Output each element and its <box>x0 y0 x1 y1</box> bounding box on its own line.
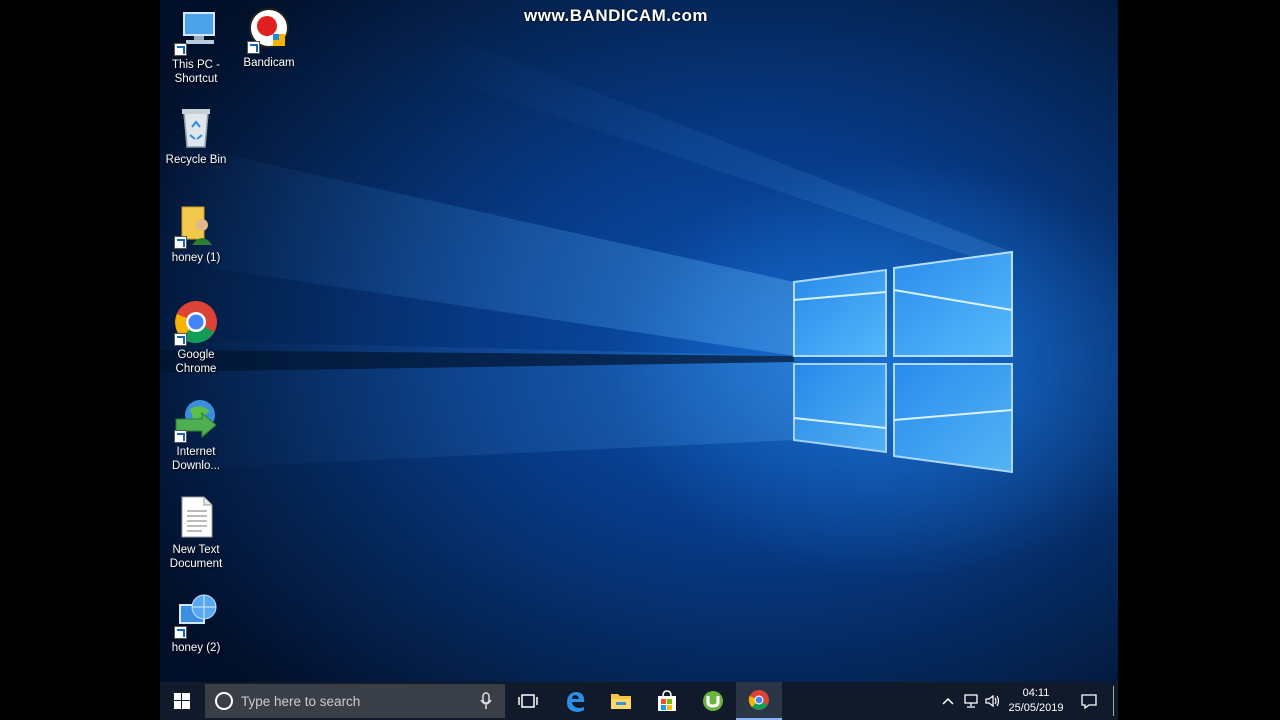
edge-icon <box>567 692 585 712</box>
desktop-icon-label: This PC - Shortcut <box>172 59 220 85</box>
desktop-screen: www.BANDICAM.com This PC - Shortcut Band… <box>160 0 1118 720</box>
windows-logo-wallpaper <box>160 40 1013 474</box>
taskbar-file-explorer[interactable] <box>598 682 644 720</box>
task-view-button[interactable] <box>505 682 551 720</box>
cortana-icon <box>215 692 233 710</box>
file-explorer-icon <box>611 694 631 709</box>
desktop-icon-label: New Text Document <box>169 544 223 570</box>
this-pc-icon <box>172 10 220 56</box>
desktop-icon-new-text-document[interactable]: New Text Document <box>160 495 234 571</box>
network-wired-icon <box>964 694 978 708</box>
store-icon <box>658 690 676 711</box>
desktop-icon-internet-download-manager[interactable]: Internet Downlo... <box>160 397 234 473</box>
clock-button[interactable]: 04:11 25/05/2019 <box>1006 682 1066 720</box>
desktop-icon-label: Bandicam <box>243 57 295 69</box>
shortcut-arrow-icon <box>174 333 187 346</box>
show-desktop-button[interactable] <box>1113 686 1114 716</box>
user-folder-icon <box>172 203 220 249</box>
search-box[interactable]: Type here to search <box>205 684 505 718</box>
start-button[interactable] <box>160 682 204 720</box>
bandicam-watermark: www.BANDICAM.com <box>524 6 708 25</box>
desktop-icon-bandicam[interactable]: Bandicam <box>231 8 307 70</box>
chrome-icon <box>172 300 220 346</box>
internet-download-manager-icon <box>172 397 220 443</box>
action-center-button[interactable] <box>1072 682 1106 720</box>
chevron-up-icon <box>942 697 954 705</box>
shortcut-arrow-icon <box>174 236 187 249</box>
windows-wallpaper: www.BANDICAM.com <box>160 0 1118 682</box>
taskbar-utorrent[interactable] <box>690 682 736 720</box>
shortcut-arrow-icon <box>174 43 187 56</box>
clock-date: 25/05/2019 <box>1008 702 1064 714</box>
desktop-icon-label: Google Chrome <box>175 349 217 375</box>
network-tray-button[interactable] <box>960 682 982 720</box>
volume-tray-button[interactable] <box>982 682 1004 720</box>
shortcut-arrow-icon <box>174 430 187 443</box>
windows-logo-icon <box>174 693 190 709</box>
bandicam-icon <box>245 8 293 54</box>
speaker-icon <box>985 694 1000 708</box>
taskbar: Type here to search 04:11 25/05/2019 <box>160 682 1118 720</box>
desktop-icon-google-chrome[interactable]: Google Chrome <box>160 300 234 376</box>
search-placeholder: Type here to search <box>241 693 361 709</box>
recycle-bin-icon <box>172 105 220 151</box>
shortcut-arrow-icon <box>247 41 260 54</box>
show-hidden-icons-button[interactable] <box>938 682 958 720</box>
shortcut-arrow-icon <box>174 626 187 639</box>
clock-time: 04:11 <box>1022 687 1050 699</box>
desktop-icon-label: honey (2) <box>171 642 221 654</box>
desktop-icon-recycle-bin[interactable]: Recycle Bin <box>160 105 234 167</box>
chrome-icon <box>748 690 769 710</box>
taskbar-edge[interactable] <box>552 682 598 720</box>
notification-icon <box>1081 694 1097 709</box>
desktop-icon-label: Recycle Bin <box>165 154 227 166</box>
desktop-icon-this-pc[interactable]: This PC - Shortcut <box>160 10 234 86</box>
utorrent-icon <box>703 691 723 711</box>
network-icon <box>172 593 220 639</box>
taskbar-chrome[interactable] <box>736 682 782 720</box>
microphone-icon[interactable] <box>479 692 493 710</box>
desktop-icon-honey-2[interactable]: honey (2) <box>160 593 234 655</box>
desktop-icon-label: Internet Downlo... <box>172 446 220 472</box>
task-view-icon <box>518 694 538 708</box>
taskbar-store[interactable] <box>644 682 690 720</box>
text-document-icon <box>172 495 220 541</box>
desktop-icon-label: honey (1) <box>171 252 221 264</box>
desktop-icon-honey-1[interactable]: honey (1) <box>160 203 234 265</box>
